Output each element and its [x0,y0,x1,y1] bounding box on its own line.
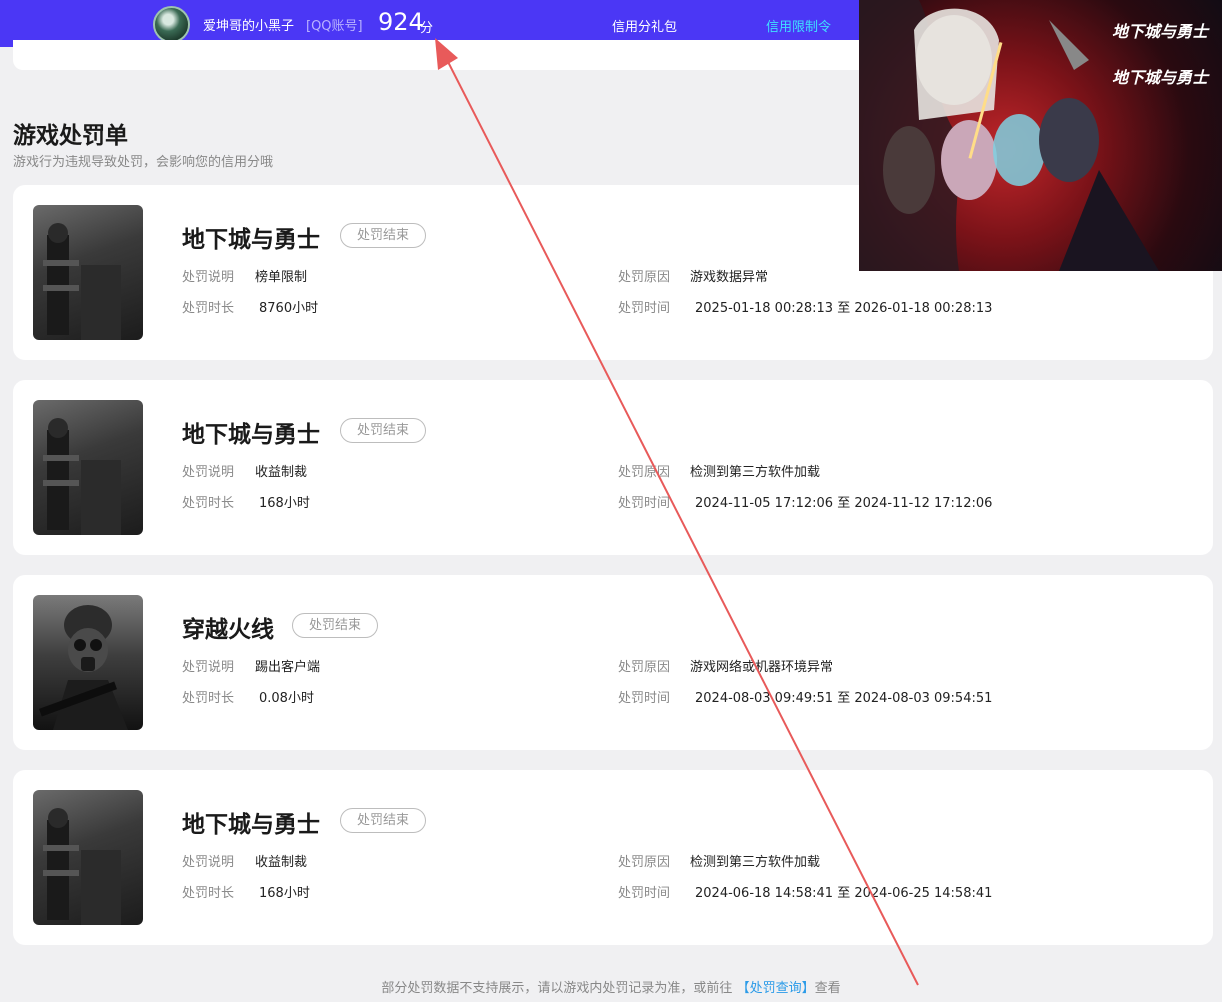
dnf-artwork-icon [43,223,121,340]
desc-label: 处罚说明 [182,270,235,285]
time-value: 2025-01-18 00:28:13 至 2026-01-18 00:28:1… [695,301,993,316]
desc-label: 处罚说明 [182,660,235,675]
status-badge: 处罚结束 [292,613,378,638]
username: 爱坤哥的小黑子 [203,19,295,34]
reason-value: 检测到第三方软件加载 [690,465,821,480]
duration-value: 0.08小时 [259,691,314,706]
reason-value: 游戏数据异常 [690,270,769,285]
game-name: 地下城与勇士 [182,227,320,253]
game-logo: 地下城与勇士 [1111,22,1208,41]
game-thumbnail [33,790,143,925]
account-type: [QQ账号] [306,19,363,34]
desc-value: 踢出客户端 [255,660,321,675]
duration-value: 168小时 [259,496,310,511]
footer-note: 部分处罚数据不支持展示，请以游戏内处罚记录为准，或前往 【处罚查询】查看 [0,977,1222,996]
status-badge: 处罚结束 [340,808,426,833]
reason-label: 处罚原因 [618,855,671,870]
desc-label: 处罚说明 [182,855,235,870]
time-value: 2024-11-05 17:12:06 至 2024-11-12 17:12:0… [695,496,993,511]
game-thumbnail [33,595,143,730]
desc-value: 收益制裁 [255,855,308,870]
game-thumbnail [33,205,143,340]
reason-value: 游戏网络或机器环境异常 [690,660,834,675]
nav-credit-gift[interactable]: 信用分礼包 [612,16,677,35]
dnf-artwork-icon [43,808,121,925]
user-avatar[interactable] [153,6,190,43]
penalty-card: 地下城与勇士 处罚结束 处罚说明 收益制裁 处罚时长 168小时 处罚原因 检测… [13,380,1213,555]
time-label: 处罚时间 [618,691,671,706]
reason-label: 处罚原因 [618,660,671,675]
footer-text: 部分处罚数据不支持展示，请以游戏内处罚记录为准，或前往 [381,981,733,996]
duration-label: 处罚时长 [182,886,235,901]
desc-value: 榜单限制 [255,270,308,285]
duration-label: 处罚时长 [182,301,235,316]
time-label: 处罚时间 [618,496,671,511]
penalty-query-link[interactable]: 【处罚查询】 [737,981,815,996]
score-unit: 分 [420,21,434,36]
desc-label: 处罚说明 [182,465,235,480]
game-logo-secondary: 地下城与勇士 [1111,68,1208,87]
footer-text-end: 查看 [814,981,841,996]
game-name: 穿越火线 [182,617,274,643]
game-thumbnail [33,400,143,535]
section-title: 游戏处罚单 [13,123,128,149]
game-banner-image: 地下城与勇士 地下城与勇士 [859,0,1222,271]
time-value: 2024-08-03 09:49:51 至 2024-08-03 09:54:5… [695,691,993,706]
game-name: 地下城与勇士 [182,422,320,448]
status-badge: 处罚结束 [340,223,426,248]
desc-value: 收益制裁 [255,465,308,480]
credit-score: 924 [378,8,424,36]
duration-value: 8760小时 [259,301,319,316]
penalty-card: 地下城与勇士 处罚结束 处罚说明 收益制裁 处罚时长 168小时 处罚原因 检测… [13,770,1213,945]
game-name: 地下城与勇士 [182,812,320,838]
reason-label: 处罚原因 [618,270,671,285]
section-subtitle: 游戏行为违规导致处罚，会影响您的信用分哦 [13,155,274,170]
nav-credit-restriction[interactable]: 信用限制令 [766,16,831,35]
time-value: 2024-06-18 14:58:41 至 2024-06-25 14:58:4… [695,886,993,901]
duration-label: 处罚时长 [182,691,235,706]
duration-label: 处罚时长 [182,496,235,511]
time-label: 处罚时间 [618,301,671,316]
status-badge: 处罚结束 [340,418,426,443]
time-label: 处罚时间 [618,886,671,901]
dnf-artwork-icon [43,418,121,535]
duration-value: 168小时 [259,886,310,901]
cf-soldier-icon [39,605,128,730]
reason-value: 检测到第三方软件加载 [690,855,821,870]
penalty-card: 穿越火线 处罚结束 处罚说明 踢出客户端 处罚时长 0.08小时 处罚原因 游戏… [13,575,1213,750]
reason-label: 处罚原因 [618,465,671,480]
